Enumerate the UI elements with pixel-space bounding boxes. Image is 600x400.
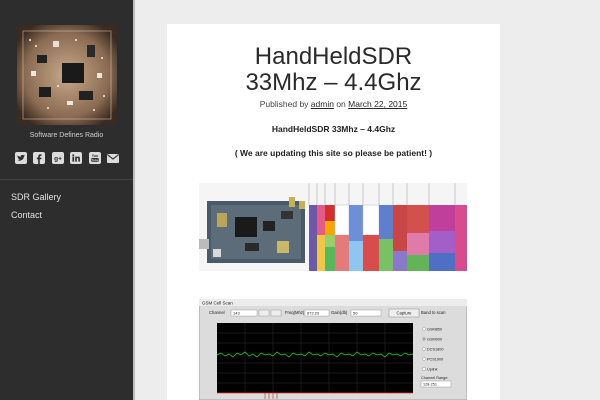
freq-label: Freq(Mhz) [285,310,305,315]
range-value: 128-251 [423,382,437,386]
site-logo[interactable] [17,25,117,125]
svg-text:g+: g+ [54,156,62,163]
band-option-1: GSM850 [427,327,442,331]
facebook-icon[interactable] [33,152,46,164]
sidebar-nav: SDR Gallery Contact [11,191,61,227]
sdr-board-spectrum-image[interactable] [199,183,467,271]
gsm-cell-scan-screenshot[interactable]: GSM Cell Scan Channel 143 Freq(Mhz) 872.… [199,299,467,400]
gain-label: Gain(db) [331,310,348,315]
post-title-line1: HandHeldSDR [254,43,413,70]
linkedin-icon[interactable] [70,152,83,164]
email-icon[interactable] [106,152,119,164]
gain-value: 50 [353,310,358,315]
nav-item-sdr-gallery[interactable]: SDR Gallery [11,191,61,209]
channel-value: 143 [233,310,240,315]
channel-label: Channel [209,310,225,315]
band-label: Band to scan [421,310,446,315]
freq-value: 872.20 [307,310,320,315]
google-plus-icon[interactable]: g+ [51,152,64,164]
band-option-4: PCS1900 [427,357,443,361]
post-card: HandHeldSDR 33Mhz – 4.4Ghz Published by … [167,24,500,400]
post-meta: Published by admin on March 22, 2015 [167,99,500,109]
post-title-line2: 33Mhz – 4.4Ghz [245,69,422,96]
date-link[interactable]: March 22, 2015 [348,99,407,109]
post-subheading: HandHeldSDR 33Mhz – 4.4Ghz [271,124,396,134]
meta-prefix: Published by [259,99,309,109]
scan-window-title: GSM Cell Scan [202,301,233,306]
sdr-board-photo [199,183,467,271]
svg-text:Tube: Tube [91,158,98,162]
post-notice: ( We are updating this site so please be… [234,148,433,158]
site-tagline: Software Defines Radio [29,132,104,139]
band-option-3: DCS1800 [427,347,443,351]
nav-item-contact[interactable]: Contact [11,209,61,227]
twitter-icon[interactable] [15,152,27,164]
social-links: g+ You Tube [15,152,119,164]
capture-button: Capture [397,310,413,315]
sidebar: Software Defines Radio g+ You Tube SDR G… [0,0,133,400]
meta-on: on [336,99,346,109]
range-label: Channel Range: [421,376,448,380]
band-option-2: GSM900 [427,337,442,341]
author-link[interactable]: admin [311,99,334,109]
sidebar-edge [133,0,135,400]
band-option-5: Uplink [427,367,438,371]
gsm-scan-window: GSM Cell Scan Channel 143 Freq(Mhz) 872.… [199,299,467,400]
circuit-board-image [17,25,117,125]
sidebar-divider [0,179,133,180]
post-title: HandHeldSDR 33Mhz – 4.4Ghz [167,44,500,96]
youtube-icon[interactable]: You Tube [88,152,101,164]
